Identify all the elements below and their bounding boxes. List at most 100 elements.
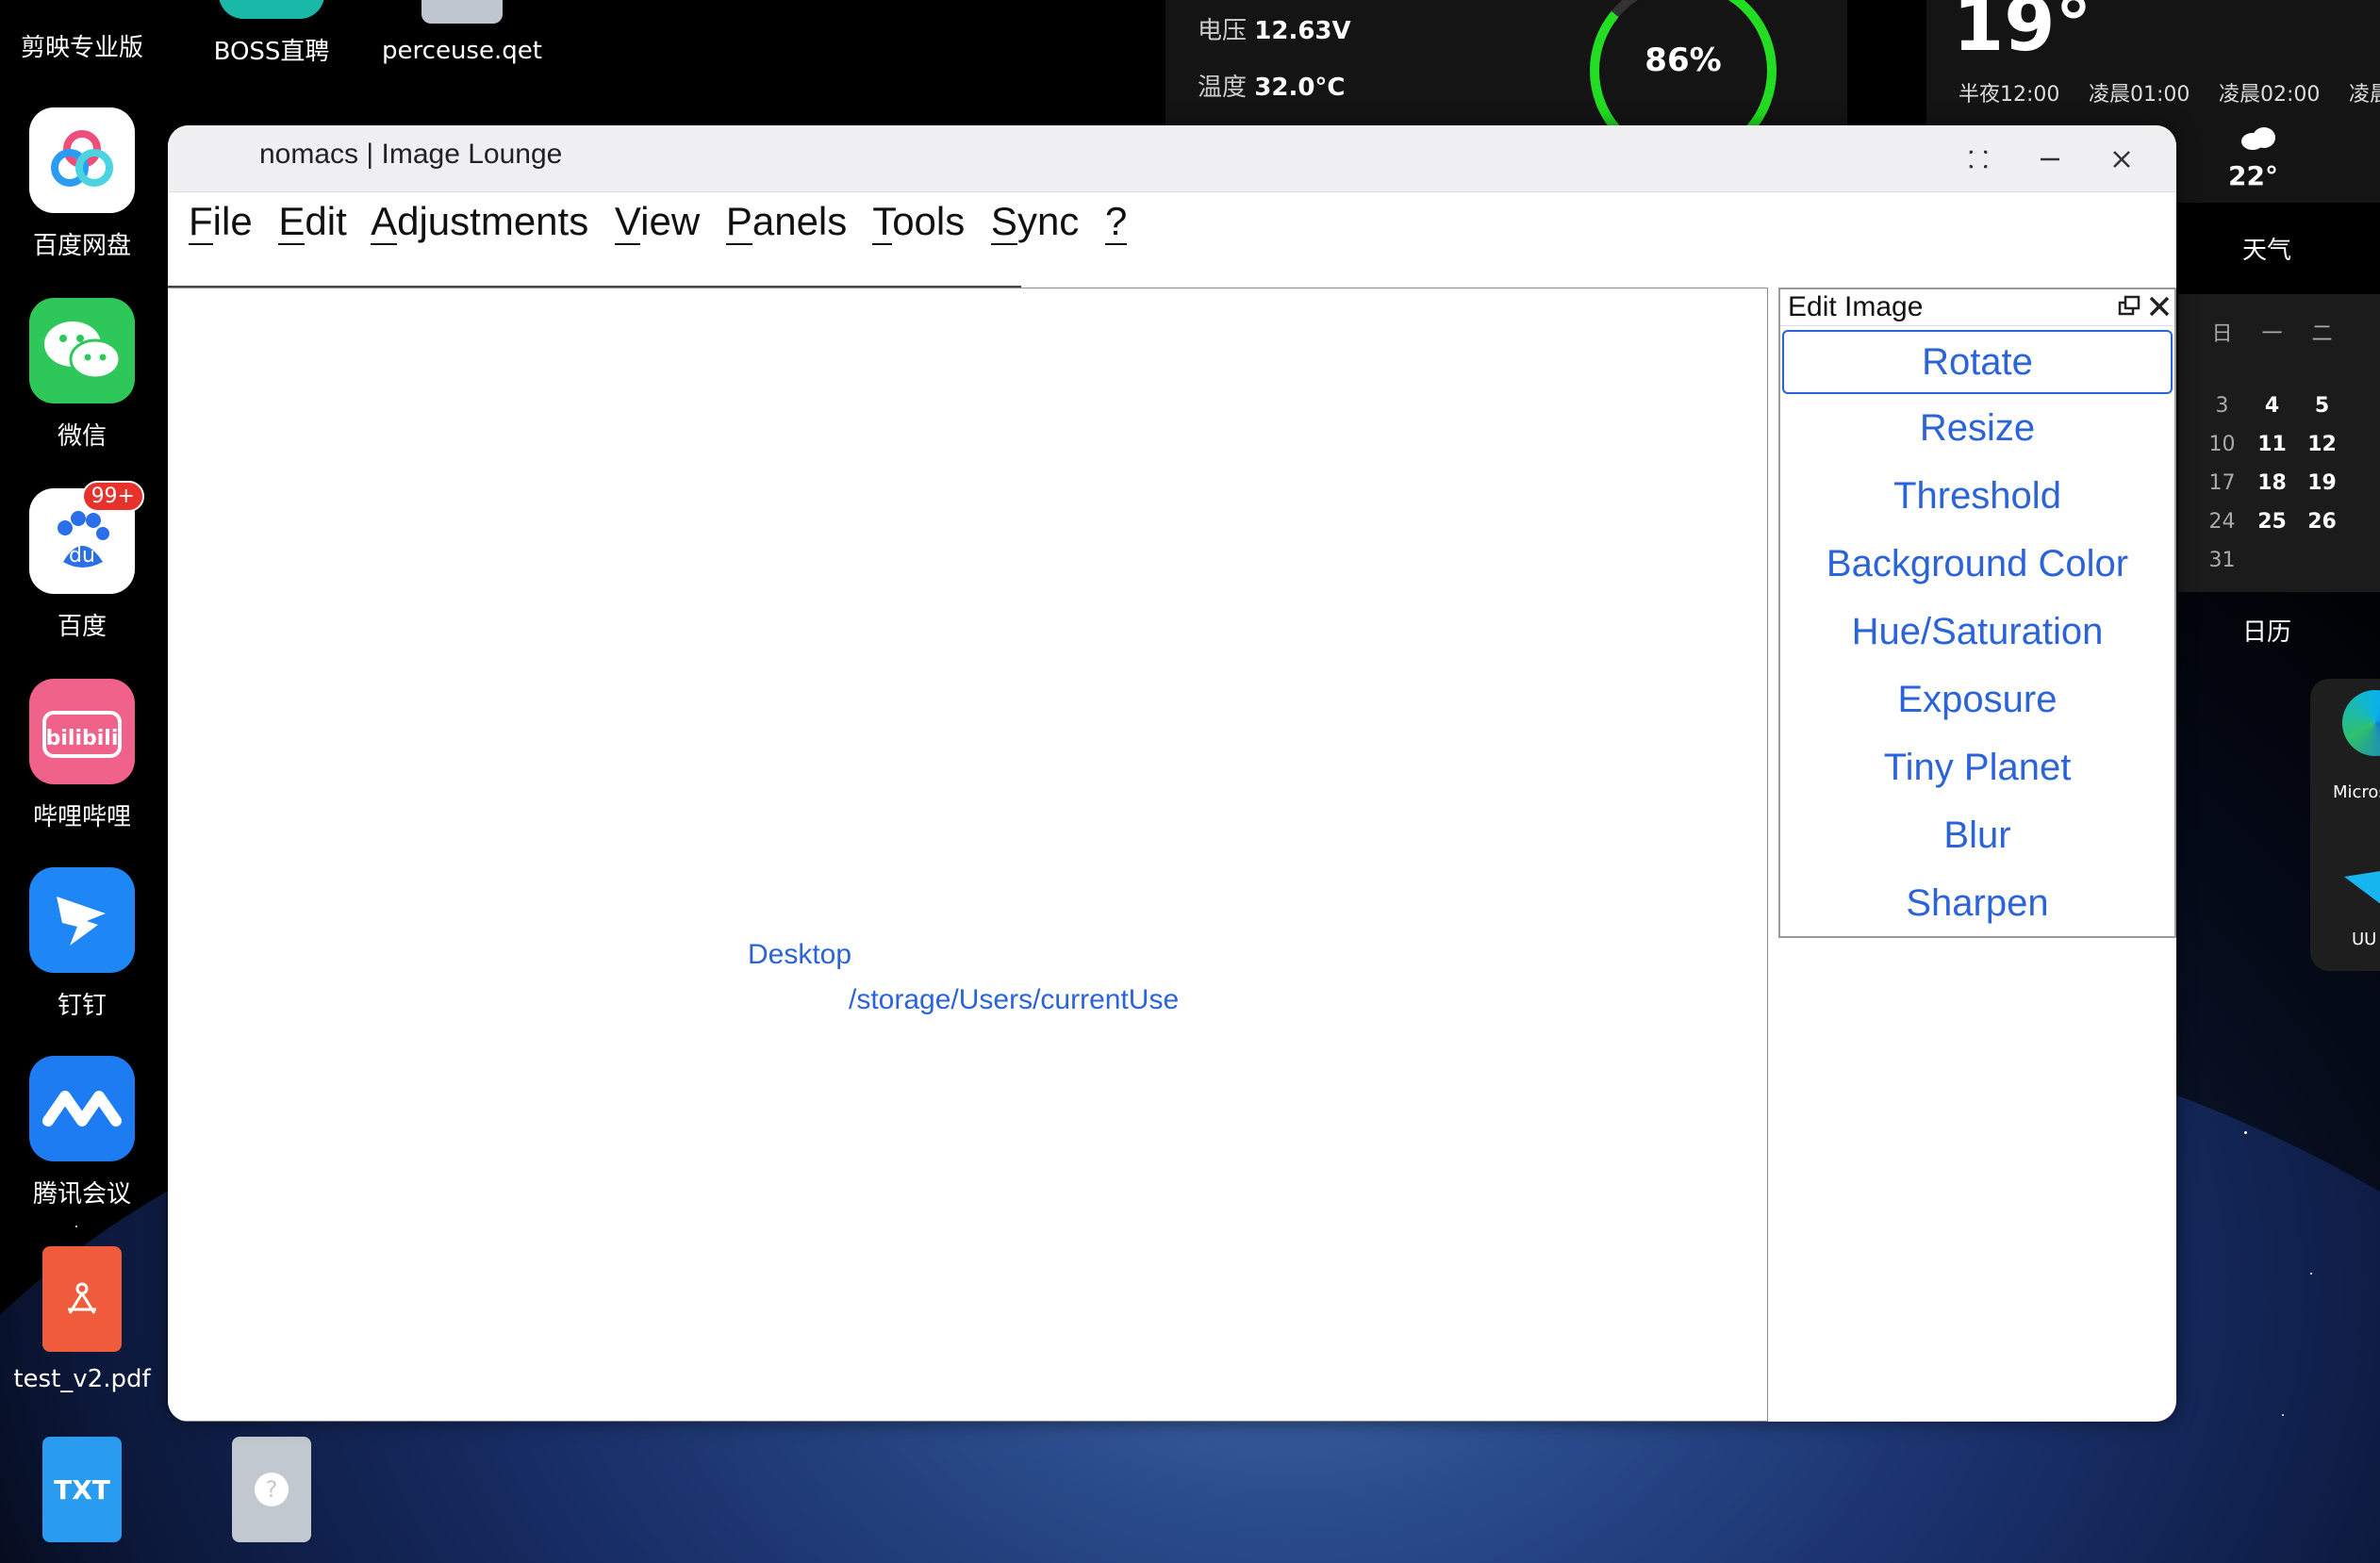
voltage-value: 12.63V xyxy=(1254,17,1351,45)
temperature-label: 温度 xyxy=(1198,74,1248,102)
calendar-day[interactable]: 5 xyxy=(2297,394,2347,418)
edit-option-exposure[interactable]: Exposure xyxy=(1780,666,2174,733)
calendar-day[interactable]: 3 xyxy=(2197,394,2247,418)
calendar-day[interactable]: 19 xyxy=(2297,471,2347,495)
pdf-file-icon xyxy=(42,1246,122,1352)
unknown-file-icon: ? xyxy=(232,1437,311,1542)
file-icon xyxy=(421,0,503,24)
svg-text:du: du xyxy=(69,544,95,568)
calendar-day[interactable]: 17 xyxy=(2197,471,2247,495)
txt-label: TXT xyxy=(54,1473,110,1505)
battery-percent: 86% xyxy=(1645,41,1722,79)
desktop-icon-wechat[interactable]: 微信 xyxy=(2,298,162,452)
calendar-day[interactable]: 31 xyxy=(2197,549,2247,572)
edit-image-panel: Edit Image Rotate Resize Threshold Backgrou… xyxy=(1778,288,2176,938)
icon-label: 哔哩哔哩 xyxy=(32,803,131,831)
icon-label: 百度 xyxy=(57,613,107,641)
boss-app-icon xyxy=(219,0,324,19)
calendar-caption: 日历 xyxy=(2242,618,2292,647)
calendar-weekday: 二 xyxy=(2311,322,2333,346)
weather-caption: 天气 xyxy=(2242,237,2292,265)
icon-label: 剪映专业版 xyxy=(20,34,143,62)
icon-label: perceuse.qet xyxy=(382,37,542,65)
edge-browser-icon[interactable] xyxy=(2342,690,2380,756)
svg-text:?: ? xyxy=(266,1476,278,1503)
calendar-day[interactable]: 4 xyxy=(2247,394,2297,418)
calendar-day[interactable]: 24 xyxy=(2197,510,2247,534)
edit-option-tiny-planet[interactable]: Tiny Planet xyxy=(1780,733,2174,801)
edit-option-sharpen[interactable]: Sharpen xyxy=(1780,869,2174,937)
desktop-icon-boss[interactable]: BOSS直聘 xyxy=(191,0,352,67)
edit-option-blur[interactable]: Blur xyxy=(1780,801,2174,869)
minimize-icon[interactable] xyxy=(2031,140,2069,178)
calendar-widget: 日 一 二 3 4 5 10 11 12 17 18 19 24 25 26 31 xyxy=(2178,294,2380,592)
uu-app-icon[interactable] xyxy=(2344,867,2380,914)
menu-panels[interactable]: Panels xyxy=(725,199,847,245)
txt-file-icon: TXT xyxy=(42,1437,122,1542)
edit-option-rotate[interactable]: Rotate xyxy=(1782,330,2173,394)
desktop-icon-dingtalk[interactable]: 钉钉 xyxy=(2,867,162,1021)
calendar-day[interactable]: 10 xyxy=(2197,433,2247,456)
title-bar[interactable]: nomacs | Image Lounge xyxy=(168,125,2176,192)
baidu-paw-icon: du 99+ xyxy=(29,481,144,594)
star xyxy=(75,1226,77,1227)
app-dock: Micros UU xyxy=(2310,679,2380,971)
panel-title: Edit Image xyxy=(1788,291,1924,322)
icon-label: 钉钉 xyxy=(57,992,107,1020)
edit-option-threshold[interactable]: Threshold xyxy=(1780,462,2174,530)
icon-label: 微信 xyxy=(57,422,107,451)
icon-label: 百度网盘 xyxy=(32,232,131,260)
nomacs-window: nomacs | Image Lounge File Edit Adjustme… xyxy=(168,125,2176,1422)
calendar-weekday: 一 xyxy=(2261,322,2283,346)
desktop-icon-baidu-netdisk[interactable]: 百度网盘 xyxy=(2,107,162,261)
menu-tools[interactable]: Tools xyxy=(872,199,965,245)
icon-label: 腾讯会议 xyxy=(32,1180,131,1209)
desktop-icon-txt[interactable]: TXT xyxy=(2,1437,162,1542)
forecast-temperature: 22° xyxy=(2228,160,2278,191)
undock-icon[interactable] xyxy=(2116,293,2142,320)
edit-option-background-color[interactable]: Background Color xyxy=(1780,530,2174,598)
calendar-day[interactable]: 26 xyxy=(2297,510,2347,534)
edit-option-resize[interactable]: Resize xyxy=(1780,394,2174,462)
calendar-day[interactable]: 18 xyxy=(2247,471,2297,495)
close-icon[interactable] xyxy=(2103,140,2140,178)
edit-option-hue-saturation[interactable]: Hue/Saturation xyxy=(1780,598,2174,666)
menu-edit[interactable]: Edit xyxy=(278,199,347,245)
desktop-icon-test-pdf[interactable]: test_v2.pdf xyxy=(2,1246,162,1393)
toolbar xyxy=(168,252,2176,412)
calendar-grid: 日 一 二 3 4 5 10 11 12 17 18 19 24 25 26 31 xyxy=(2197,317,2347,587)
menu-help[interactable]: ? xyxy=(1104,199,1128,245)
calendar-day[interactable]: 11 xyxy=(2247,433,2297,456)
star xyxy=(2244,1131,2247,1134)
menu-file[interactable]: File xyxy=(189,199,253,245)
calendar-day[interactable]: 12 xyxy=(2297,433,2347,456)
edit-options-list: Rotate Resize Threshold Background Color Hue… xyxy=(1780,330,2174,937)
desktop-icon-jianying[interactable]: 剪映专业版 xyxy=(2,28,162,63)
dingtalk-icon xyxy=(29,867,135,973)
current-temperature: 19° xyxy=(1953,0,2092,68)
star xyxy=(2310,1273,2312,1275)
panel-close-icon[interactable] xyxy=(2146,293,2173,320)
panel-header: Edit Image xyxy=(1780,289,2174,326)
desktop-icon-bilibili[interactable]: bilibili 哔哩哔哩 xyxy=(2,679,162,832)
tencent-meeting-icon xyxy=(29,1056,135,1161)
bilibili-icon: bilibili xyxy=(29,679,135,784)
maximize-icon[interactable] xyxy=(1959,140,1997,178)
temperature-value: 32.0°C xyxy=(1254,74,1346,102)
calendar-day[interactable]: 25 xyxy=(2247,510,2297,534)
menu-bar: File Edit Adjustments View Panels Tools … xyxy=(189,199,1142,245)
desktop-icon-baidu[interactable]: du 99+ 百度 xyxy=(2,481,162,642)
wechat-icon xyxy=(29,298,135,403)
dock-label: UU xyxy=(2352,930,2377,949)
image-viewport[interactable]: Desktop /storage/Users/currentUse xyxy=(168,288,1768,1422)
desktop-icon-tencent-meeting[interactable]: 腾讯会议 xyxy=(2,1056,162,1209)
desktop-icon-perceuse[interactable]: perceuse.qet xyxy=(382,0,542,65)
menu-view[interactable]: View xyxy=(614,199,700,245)
menu-sync[interactable]: Sync xyxy=(990,199,1079,245)
dock-label: Micros xyxy=(2333,782,2380,802)
hourly-forecast: 半夜12:00凌晨01:00凌晨02:00凌晨 xyxy=(1959,83,2380,107)
recent-folder-link[interactable]: Desktop xyxy=(748,939,851,971)
menu-adjustments[interactable]: Adjustments xyxy=(371,199,588,245)
recent-folder-path[interactable]: /storage/Users/currentUse xyxy=(849,984,1188,1016)
desktop-icon-unknown-file[interactable]: ? xyxy=(191,1437,352,1542)
